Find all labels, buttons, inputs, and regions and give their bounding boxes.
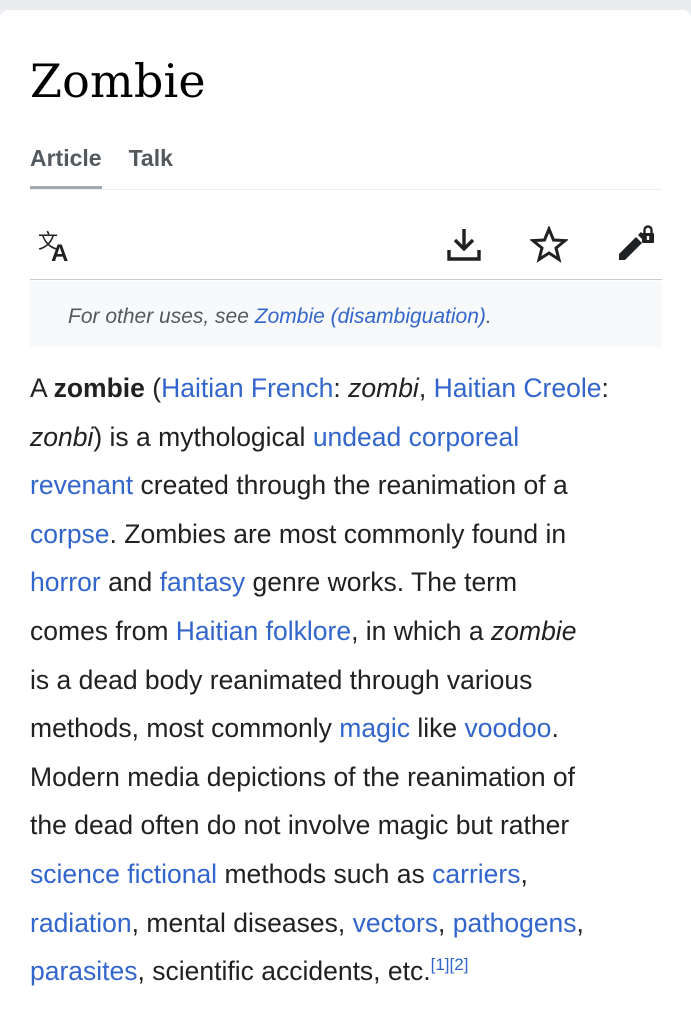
star-icon[interactable] bbox=[529, 225, 569, 269]
lead-paragraph: A zombie (Haitian French: zombi, Haitian… bbox=[30, 364, 670, 996]
italic-term: zombi bbox=[348, 373, 419, 403]
text-run: the dead often do not involve magic but … bbox=[30, 810, 570, 841]
text-run: is a dead body reanimated through variou… bbox=[30, 664, 533, 695]
paragraph-line: science fictional methods such as carrie… bbox=[30, 850, 670, 899]
link-haitian-french[interactable]: Haitian French bbox=[161, 373, 333, 403]
text-run: genre works. The term bbox=[245, 567, 518, 598]
link-revenant[interactable]: revenant bbox=[30, 470, 133, 500]
text-run: A bbox=[30, 373, 54, 403]
text-run: , mental diseases, bbox=[131, 907, 353, 938]
text-run: Modern media depictions of the reanimati… bbox=[30, 761, 576, 792]
paragraph-line: horror and fantasy genre works. The term bbox=[30, 558, 670, 607]
text-run: , scientific accidents, etc. bbox=[137, 956, 431, 987]
paragraph-line: corpse. Zombies are most commonly found … bbox=[30, 510, 670, 559]
edit-lock-icon[interactable] bbox=[616, 224, 658, 269]
link-science-fictional[interactable]: science fictional bbox=[30, 859, 217, 889]
text-run: ) is a mythological bbox=[93, 421, 313, 452]
link-corpse[interactable]: corpse bbox=[30, 519, 110, 549]
text-run: ( bbox=[144, 373, 162, 403]
language-icon[interactable]: 文 A bbox=[38, 228, 76, 269]
text-run: methods such as bbox=[217, 858, 433, 889]
text-run: comes from bbox=[30, 615, 176, 646]
article-page: Zombie Article Talk 文 A For other uses, … bbox=[0, 10, 691, 1024]
tab-article[interactable]: Article bbox=[30, 140, 102, 189]
namespace-tabs: Article Talk bbox=[30, 140, 662, 190]
text-run: , in which a bbox=[351, 615, 491, 646]
paragraph-line: comes from Haitian folklore, in which a … bbox=[30, 607, 670, 656]
text-run: : bbox=[601, 373, 609, 403]
disambiguation-link[interactable]: Zombie (disambiguation) bbox=[255, 305, 486, 328]
page-title: Zombie bbox=[30, 54, 206, 108]
link-horror[interactable]: horror bbox=[30, 567, 101, 597]
paragraph-line: revenant created through the reanimation… bbox=[30, 461, 670, 510]
hatnote: For other uses, see Zombie (disambiguati… bbox=[30, 281, 662, 347]
paragraph-line: the dead often do not involve magic but … bbox=[30, 801, 670, 850]
italic-term: zonbi bbox=[30, 421, 94, 452]
download-icon[interactable] bbox=[446, 226, 482, 269]
svg-text:A: A bbox=[51, 240, 68, 264]
italic-term: zombie bbox=[491, 615, 577, 646]
text-run: . bbox=[551, 713, 559, 744]
text-run: created through the reanimation of a bbox=[133, 470, 568, 501]
hatnote-suffix: . bbox=[485, 305, 492, 328]
hatnote-prefix: For other uses, see bbox=[68, 305, 255, 328]
text-run: , bbox=[438, 907, 453, 938]
link-vectors[interactable]: vectors bbox=[353, 908, 438, 938]
text-run: . Zombies are most commonly found in bbox=[109, 518, 567, 549]
link-magic[interactable]: magic bbox=[339, 713, 410, 743]
link-undead-corporeal[interactable]: undead corporeal bbox=[313, 422, 519, 452]
text-run: , bbox=[520, 858, 528, 889]
link-fantasy[interactable]: fantasy bbox=[160, 567, 245, 597]
text-run: , bbox=[418, 373, 434, 403]
text-run: and bbox=[100, 567, 160, 598]
link-haitian-folklore[interactable]: Haitian folklore bbox=[176, 616, 351, 646]
text-run: methods, most commonly bbox=[30, 713, 340, 744]
paragraph-line: radiation, mental diseases, vectors, pat… bbox=[30, 899, 670, 948]
bold-term: zombie bbox=[53, 373, 145, 403]
link-carriers[interactable]: carriers bbox=[432, 859, 520, 889]
link-pathogens[interactable]: pathogens bbox=[453, 908, 577, 938]
reference-2[interactable]: [2] bbox=[450, 955, 469, 974]
paragraph-line: A zombie (Haitian French: zombi, Haitian… bbox=[30, 364, 670, 413]
paragraph-line: zonbi) is a mythological undead corporea… bbox=[30, 413, 670, 462]
text-run: like bbox=[409, 713, 465, 744]
link-radiation[interactable]: radiation bbox=[30, 908, 132, 938]
link-voodoo[interactable]: voodoo bbox=[464, 713, 551, 743]
paragraph-line: parasites, scientific accidents, etc.[1]… bbox=[30, 947, 670, 996]
reference-1[interactable]: [1] bbox=[431, 955, 450, 974]
tab-talk[interactable]: Talk bbox=[129, 140, 173, 189]
paragraph-line: methods, most commonly magic like voodoo… bbox=[30, 704, 670, 753]
link-parasites[interactable]: parasites bbox=[30, 956, 138, 986]
page-actions-toolbar: 文 A bbox=[30, 210, 662, 280]
text-run: : bbox=[333, 373, 349, 403]
link-haitian-creole[interactable]: Haitian Creole bbox=[434, 373, 602, 403]
paragraph-line: is a dead body reanimated through variou… bbox=[30, 656, 670, 705]
paragraph-line: Modern media depictions of the reanimati… bbox=[30, 753, 670, 802]
text-run: , bbox=[576, 907, 584, 938]
